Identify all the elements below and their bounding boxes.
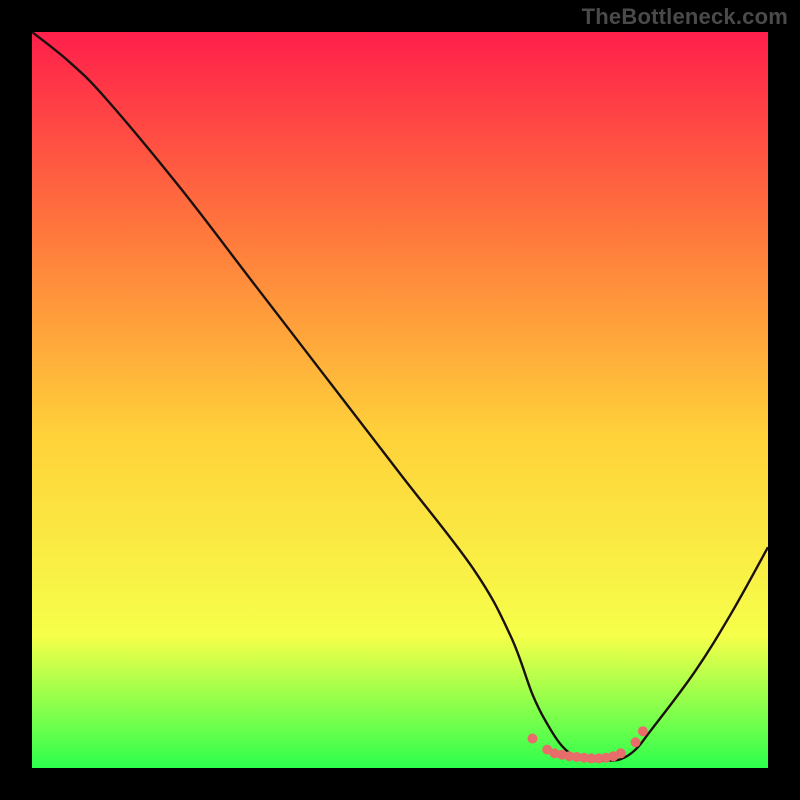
watermark-label: TheBottleneck.com bbox=[582, 4, 788, 30]
chart-frame: TheBottleneck.com bbox=[0, 0, 800, 800]
valley-dot bbox=[616, 748, 626, 758]
valley-dot bbox=[527, 734, 537, 744]
chart-svg bbox=[32, 32, 768, 768]
valley-dot bbox=[638, 726, 648, 736]
plot-area bbox=[32, 32, 768, 768]
valley-dot bbox=[631, 737, 641, 747]
